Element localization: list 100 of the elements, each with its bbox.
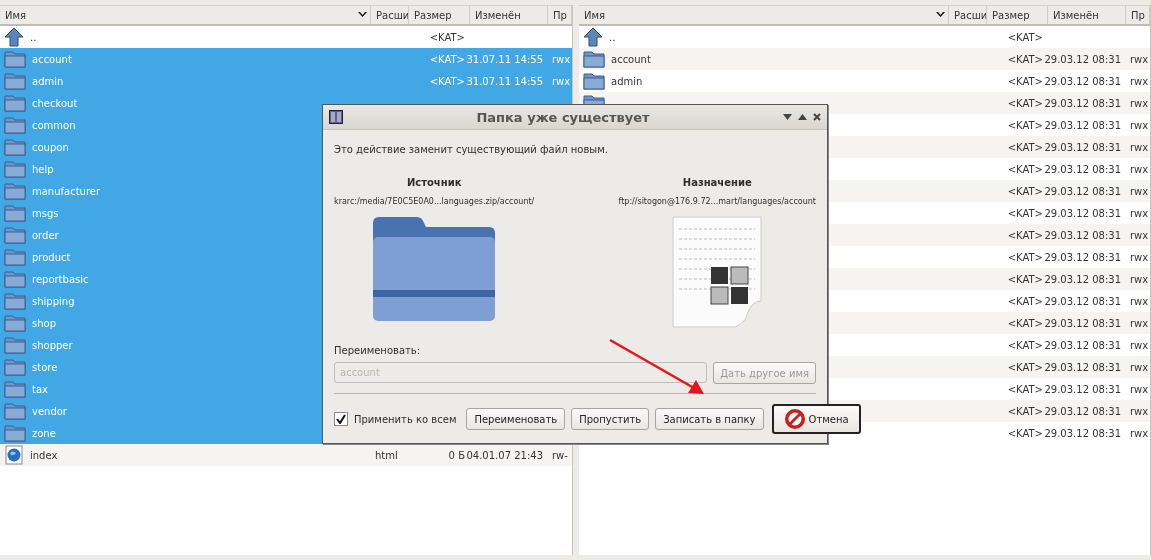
file-date: 29.03.12 08:31 — [1044, 207, 1122, 219]
file-size: <KAT> — [1007, 31, 1044, 43]
file-name: shipping — [32, 295, 75, 307]
file-permissions: rwx — [1129, 163, 1150, 175]
folder-icon — [371, 215, 498, 323]
file-name: order — [32, 229, 59, 241]
cancel-button[interactable]: Отмена — [771, 404, 861, 434]
file-row[interactable]: account <KAT>29.03.12 08:31 rwx — [579, 48, 1150, 70]
folder-icon — [4, 292, 26, 310]
file-date: 29.03.12 08:31 — [1044, 295, 1122, 307]
file-name: account — [611, 53, 651, 65]
app-icon — [329, 110, 343, 124]
folder-icon — [4, 380, 26, 398]
file-date: 29.03.12 08:31 — [1044, 317, 1122, 329]
file-date: 29.03.12 08:31 — [1044, 383, 1122, 395]
file-permissions: rwx — [1129, 141, 1150, 153]
column-header[interactable]: Размер — [987, 6, 1048, 24]
dialog-button[interactable]: Переименовать — [466, 408, 566, 430]
file-permissions: rwx — [1129, 207, 1150, 219]
file-row[interactable]: index html 0 Б04.01.07 21:43 rw- — [0, 444, 572, 466]
up-arrow-icon — [4, 27, 24, 47]
file-permissions: rwx — [1129, 339, 1150, 351]
file-date: 29.03.12 08:31 — [1044, 427, 1122, 439]
chevron-down-icon — [936, 12, 945, 18]
stop-icon — [783, 408, 806, 430]
column-header[interactable]: Расши — [371, 6, 409, 24]
folder-icon — [4, 160, 26, 178]
file-name: admin — [611, 75, 643, 87]
close-icon[interactable] — [813, 113, 821, 121]
file-extension: html — [374, 449, 399, 461]
checkbox-label[interactable]: Применить ко всем — [354, 413, 457, 425]
file-permissions: rwx — [1129, 427, 1150, 439]
globe-icon — [4, 445, 24, 465]
file-date: 29.03.12 08:31 — [1044, 163, 1122, 175]
file-name: store — [32, 361, 58, 373]
folder-icon — [4, 358, 26, 376]
file-permissions: rwx — [1129, 405, 1150, 417]
file-permissions: rwx — [1129, 273, 1150, 285]
file-name: common — [32, 119, 76, 131]
file-date: 29.03.12 08:31 — [1044, 185, 1122, 197]
column-header[interactable]: Расши — [949, 6, 987, 24]
column-header[interactable]: Пр — [548, 6, 572, 24]
folder-icon — [4, 94, 26, 112]
file-date: 29.03.12 08:31 — [1044, 251, 1122, 263]
file-name: vendor — [32, 405, 67, 417]
folder-icon — [4, 402, 26, 420]
folder-icon — [4, 314, 26, 332]
file-date: 29.03.12 08:31 — [1044, 141, 1122, 153]
column-header[interactable]: Изменён — [470, 6, 548, 24]
folder-icon — [4, 72, 26, 90]
column-header[interactable]: Размер — [409, 6, 470, 24]
file-name: .. — [609, 31, 616, 43]
dialog-button[interactable]: Записать в папку — [655, 408, 764, 430]
source-heading: Источник — [406, 177, 462, 188]
folder-icon — [4, 248, 26, 266]
file-size: <KAT> — [429, 31, 466, 43]
file-name: tax — [32, 383, 48, 395]
file-date: 29.03.12 08:31 — [1044, 361, 1122, 373]
folder-icon — [4, 116, 26, 134]
file-permissions: rwx — [1129, 361, 1150, 373]
folder-icon — [4, 138, 26, 156]
folder-icon — [4, 182, 26, 200]
file-date: 29.03.12 08:31 — [1044, 229, 1122, 241]
folder-icon — [4, 226, 26, 244]
chevron-down-icon — [358, 12, 367, 18]
file-permissions: rwx — [551, 75, 572, 87]
file-permissions: rwx — [551, 53, 572, 65]
file-name: msgs — [32, 207, 59, 219]
file-permissions: rwx — [1129, 185, 1150, 197]
file-name: shopper — [32, 339, 73, 351]
folder-icon — [583, 72, 605, 90]
dialog-button[interactable]: Пропустить — [571, 408, 650, 430]
destination-heading: Назначение — [682, 177, 752, 188]
folder-icon — [4, 424, 26, 442]
file-name: index — [30, 449, 58, 461]
file-date: 29.03.12 08:31 — [1044, 119, 1122, 131]
file-permissions: rwx — [1129, 229, 1150, 241]
file-date: 31.07.11 14:55 — [466, 75, 544, 87]
checkbox[interactable] — [334, 412, 348, 426]
file-name: manufacturer — [32, 185, 101, 197]
file-name: coupon — [32, 141, 69, 153]
file-permissions: rwx — [1129, 251, 1150, 263]
file-name: checkout — [32, 97, 78, 109]
column-header[interactable]: Изменён — [1048, 6, 1126, 24]
file-permissions: rwx — [1129, 97, 1150, 109]
file-date: 29.03.12 08:31 — [1044, 53, 1122, 65]
file-name: help — [32, 163, 54, 175]
file-permissions: rw- — [551, 449, 569, 461]
file-permissions: rwx — [1129, 53, 1150, 65]
file-date: 29.03.12 08:31 — [1044, 97, 1122, 109]
column-header[interactable]: Имя — [579, 6, 949, 24]
file-permissions: rwx — [1129, 119, 1150, 131]
column-header[interactable]: Имя — [0, 6, 371, 24]
folder-icon — [4, 336, 26, 354]
folder-icon — [4, 50, 26, 68]
file-name: admin — [32, 75, 64, 87]
column-header[interactable]: Пр — [1126, 6, 1150, 24]
file-name: shop — [32, 317, 56, 329]
file-permissions: rwx — [1129, 383, 1150, 395]
up-arrow-icon — [583, 27, 603, 47]
